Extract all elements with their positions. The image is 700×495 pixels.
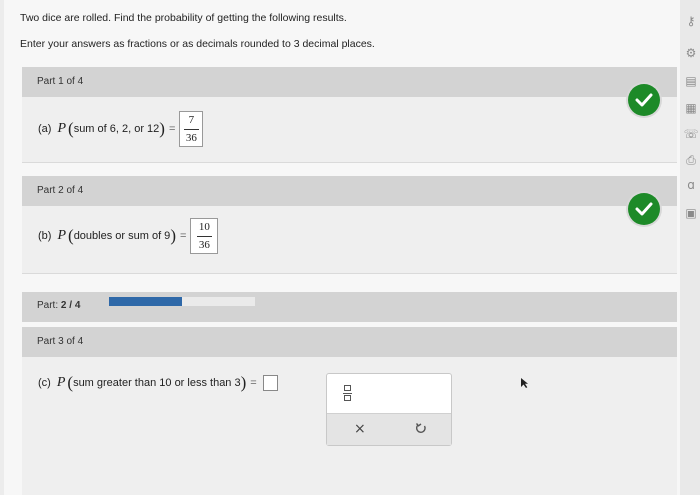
equals-sign: = xyxy=(179,230,187,242)
tool-rail: ⚷ ⚙ ▤ ▦ ☏ ⎙ ɑ ▣ xyxy=(680,0,700,495)
check-icon xyxy=(628,193,660,225)
text-size-icon[interactable]: ɑ xyxy=(683,178,699,192)
part-1-condition: sum of 6, 2, or 12 xyxy=(73,123,160,135)
part-3-condition: sum greater than 10 or less than 3 xyxy=(73,377,241,389)
notebook-icon[interactable]: ▤ xyxy=(683,74,699,88)
instruction-line-1: Two dice are rolled. Find the probabilit… xyxy=(20,12,347,24)
palette-actions: × xyxy=(327,413,451,445)
part-1-label: (a) xyxy=(38,123,52,135)
clear-button[interactable]: × xyxy=(354,422,366,436)
progress-bar xyxy=(109,297,255,306)
fraction-template-icon[interactable] xyxy=(343,385,352,401)
part-1-header: Part 1 of 4 xyxy=(22,67,677,97)
part-3-answer-input[interactable] xyxy=(262,375,278,391)
part-2-question: (b) P ( doubles or sum of 9 ) = 10 36 xyxy=(38,218,219,254)
part-2-denominator: 36 xyxy=(198,238,210,251)
ebook-icon[interactable]: ▣ xyxy=(683,206,699,220)
part-3-label: (c) xyxy=(38,377,51,389)
progress-label: Part: 2 / 4 xyxy=(37,300,81,311)
progress-total: 4 xyxy=(74,300,81,311)
part-progress: Part: 2 / 4 xyxy=(22,292,677,322)
part-2-condition: doubles or sum of 9 xyxy=(73,230,171,242)
part-1-numerator: 7 xyxy=(188,113,195,126)
math-palette: × xyxy=(326,373,452,446)
part-1-denominator: 36 xyxy=(185,131,197,144)
undo-icon[interactable] xyxy=(415,422,427,437)
part-2-label: (b) xyxy=(38,230,52,242)
equals-sign: = xyxy=(168,123,176,135)
part-2-answer-field[interactable]: 10 36 xyxy=(190,218,219,254)
print-icon[interactable]: ⎙ xyxy=(683,153,699,167)
instruction-line-2: Enter your answers as fractions or as de… xyxy=(20,38,375,50)
key-icon[interactable]: ⚷ xyxy=(683,14,699,28)
hands-icon[interactable]: ☏ xyxy=(683,127,699,141)
part-3-header: Part 3 of 4 xyxy=(22,327,677,357)
progress-bar-fill xyxy=(109,297,182,306)
gear-icon[interactable]: ⚙ xyxy=(683,46,699,60)
probability-symbol: P xyxy=(57,121,67,136)
check-icon xyxy=(628,84,660,116)
mouse-cursor-icon xyxy=(520,376,529,394)
progress-current: 2 xyxy=(60,300,67,311)
part-2-numerator: 10 xyxy=(198,220,210,233)
question-panel: Two dice are rolled. Find the probabilit… xyxy=(4,0,680,495)
calculator-icon[interactable]: ▦ xyxy=(683,101,699,115)
part-1-body: (a) P ( sum of 6, 2, or 12 ) = 7 36 xyxy=(22,97,677,163)
part-3-question: (c) P ( sum greater than 10 or less than… xyxy=(38,373,278,393)
part-1-answer-field[interactable]: 7 36 xyxy=(179,111,204,147)
part-2-header: Part 2 of 4 xyxy=(22,176,677,206)
equals-sign: = xyxy=(250,377,257,389)
probability-symbol: P xyxy=(57,228,67,243)
part-1-question: (a) P ( sum of 6, 2, or 12 ) = 7 36 xyxy=(38,111,204,147)
part-2-body: (b) P ( doubles or sum of 9 ) = 10 36 xyxy=(22,206,677,274)
probability-symbol: P xyxy=(56,375,66,390)
